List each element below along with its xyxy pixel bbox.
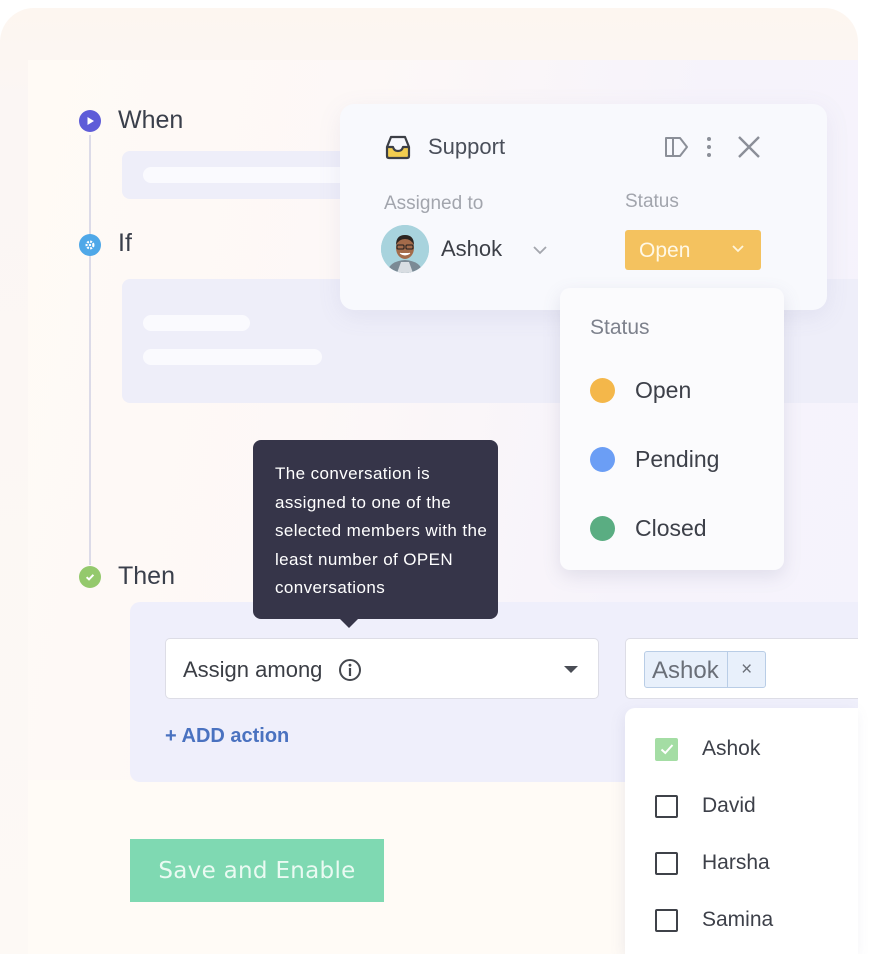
- member-label: David: [702, 794, 756, 817]
- action-select-value: Assign among: [183, 657, 323, 682]
- members-menu: Ashok David Harsha Samina: [625, 708, 858, 954]
- chevron-down-icon[interactable]: [532, 244, 548, 256]
- member-label: Ashok: [702, 737, 761, 760]
- save-and-enable-button[interactable]: Save and Enable: [130, 839, 384, 902]
- action-select[interactable]: Assign among: [165, 638, 599, 699]
- tooltip-arrow: [339, 618, 359, 628]
- member-option-samina[interactable]: Samina: [655, 905, 773, 935]
- checkbox-icon[interactable]: [655, 794, 678, 818]
- inbox-title: Support: [428, 134, 506, 159]
- label-tag-icon[interactable]: [663, 134, 691, 160]
- info-tooltip: The conversation is assigned to one of t…: [253, 440, 498, 628]
- step-when-label: When: [118, 106, 184, 134]
- status-option-open[interactable]: Open: [590, 375, 691, 405]
- checkbox-icon[interactable]: [655, 851, 678, 875]
- status-option-label: Closed: [635, 514, 707, 541]
- member-option-harsha[interactable]: Harsha: [655, 848, 770, 878]
- member-label: Samina: [702, 908, 774, 931]
- status-value: Open: [639, 239, 691, 262]
- if-placeholder-bar-2: [143, 349, 322, 365]
- tooltip-text: The conversation is assigned to one of t…: [275, 464, 488, 597]
- step-then-label: Then: [118, 562, 175, 590]
- step-if-label: If: [118, 229, 132, 257]
- gear-icon: [79, 234, 101, 256]
- chip-remove-icon[interactable]: ×: [728, 652, 765, 687]
- assigned-to-label: Assigned to: [384, 193, 484, 214]
- status-menu-title: Status: [590, 316, 650, 339]
- status-option-label: Pending: [635, 445, 720, 472]
- status-dot-icon: [590, 515, 615, 541]
- close-icon[interactable]: [736, 134, 762, 160]
- conversation-card: Support Assigned to Status Ashok Open: [340, 104, 827, 310]
- checkbox-checked-icon[interactable]: [655, 737, 678, 761]
- status-label: Status: [625, 191, 679, 212]
- when-placeholder-bar: [143, 167, 353, 183]
- more-vertical-icon[interactable]: [702, 134, 716, 160]
- avatar: [381, 225, 429, 273]
- add-action-link[interactable]: + ADD action: [165, 725, 289, 748]
- play-icon: [79, 110, 101, 132]
- status-dot-icon: [590, 446, 615, 472]
- status-dot-icon: [590, 377, 615, 403]
- chip-label: Ashok: [645, 652, 729, 687]
- check-icon: [79, 566, 101, 588]
- chevron-down-icon: [732, 245, 744, 253]
- inbox-icon: [385, 135, 411, 160]
- status-dropdown[interactable]: Open: [625, 230, 761, 270]
- info-icon[interactable]: [338, 658, 362, 682]
- assignee-name[interactable]: Ashok: [441, 236, 502, 262]
- members-select[interactable]: Ashok ×: [625, 638, 858, 699]
- selected-member-chip: Ashok ×: [644, 651, 766, 688]
- status-option-closed[interactable]: Closed: [590, 513, 707, 543]
- status-option-pending[interactable]: Pending: [590, 444, 719, 474]
- member-option-david[interactable]: David: [655, 791, 756, 821]
- member-option-ashok[interactable]: Ashok: [655, 734, 760, 764]
- status-option-label: Open: [635, 376, 692, 403]
- timeline-line: [89, 135, 91, 565]
- member-label: Harsha: [702, 851, 770, 874]
- status-menu: Status Open Pending Closed: [560, 288, 784, 570]
- checkbox-icon[interactable]: [655, 908, 678, 932]
- caret-down-icon: [564, 666, 578, 673]
- if-placeholder-bar-1: [143, 315, 250, 331]
